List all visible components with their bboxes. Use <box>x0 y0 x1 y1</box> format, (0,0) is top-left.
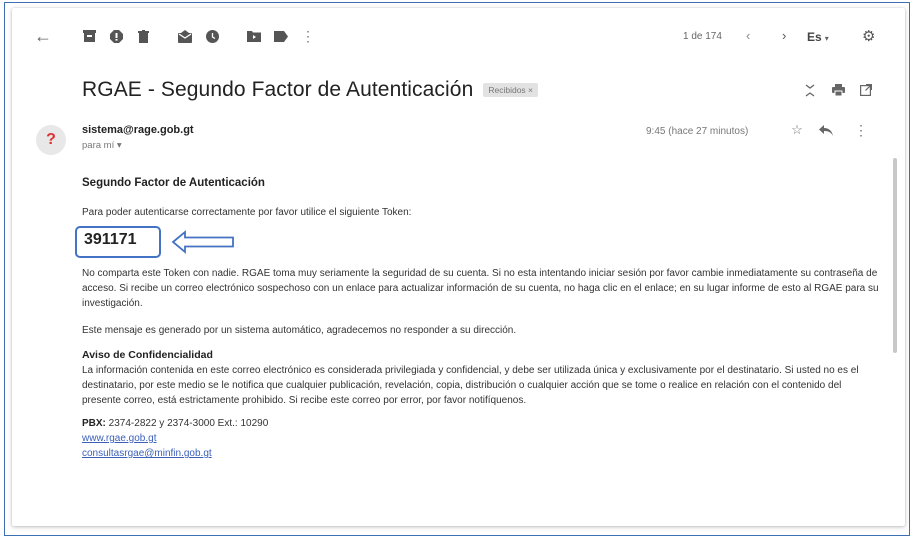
body-warning: No comparta este Token con nadie. RGAE t… <box>82 268 879 309</box>
mark-unread-icon[interactable] <box>178 29 192 43</box>
pbx-value: 2374-2822 y 2374-3000 Ext.: 10290 <box>105 418 269 429</box>
arrow-pointer-icon <box>171 230 234 254</box>
confidentiality-title: Aviso de Confidencialidad <box>82 349 213 361</box>
reply-icon[interactable] <box>818 122 834 138</box>
star-icon[interactable]: ☆ <box>789 122 805 138</box>
body-heading: Segundo Factor de Autenticación <box>82 177 265 189</box>
chevron-left-icon[interactable]: ‹ <box>746 28 750 43</box>
email-card: ← ⋮ 1 de 174 ‹ › Es ▾ ⚙ RGAE - Segundo Fa… <box>12 8 905 526</box>
language-label: Es <box>807 30 822 44</box>
more-vertical-icon[interactable]: ⋮ <box>301 28 315 44</box>
inbox-label-chip[interactable]: Recibidos × <box>483 83 539 97</box>
report-spam-icon[interactable] <box>109 29 123 43</box>
scrollbar[interactable] <box>893 158 897 353</box>
sender-avatar: ? <box>36 125 66 155</box>
body-intro: Para poder autenticarse correctamente po… <box>82 207 412 218</box>
pbx-line: PBX: 2374-2822 y 2374-3000 Ext.: 10290 <box>82 416 882 431</box>
archive-icon[interactable] <box>82 29 96 43</box>
email-time: 9:45 (hace 27 minutos) <box>646 126 749 137</box>
delete-icon[interactable] <box>136 29 150 43</box>
more-options-icon[interactable]: ⋮ <box>853 122 869 138</box>
confidentiality-text: La información contenida en este correo … <box>82 365 859 406</box>
recipient-dropdown[interactable]: para mí ▾ <box>82 140 122 151</box>
contact-email-link[interactable]: consultasrgae@minfin.gob.gt <box>82 448 212 459</box>
move-to-icon[interactable] <box>247 29 261 43</box>
language-selector[interactable]: Es ▾ <box>807 30 829 44</box>
expand-collapse-icon[interactable] <box>802 82 818 98</box>
toolbar: ← ⋮ 1 de 174 ‹ › Es ▾ ⚙ <box>12 8 905 64</box>
open-in-new-window-icon[interactable] <box>858 82 874 98</box>
print-icon[interactable] <box>830 82 846 98</box>
snooze-icon[interactable] <box>205 29 219 43</box>
email-subject: RGAE - Segundo Factor de Autenticación <box>82 78 474 101</box>
arrow-left-icon[interactable]: ← <box>34 26 52 46</box>
caret-down-icon: ▾ <box>824 34 829 43</box>
email-body: Segundo Factor de Autenticación Para pod… <box>75 176 882 461</box>
website-link[interactable]: www.rgae.gob.gt <box>82 433 157 444</box>
body-auto-message: Este mensaje es generado por un sistema … <box>82 325 517 336</box>
gear-icon[interactable]: ⚙ <box>862 27 875 45</box>
sender-email: sistema@rage.gob.gt <box>82 124 194 136</box>
label-icon[interactable] <box>274 29 288 43</box>
message-counter: 1 de 174 <box>683 31 722 42</box>
token-value: 391171 <box>84 231 137 248</box>
chevron-right-icon[interactable]: › <box>782 28 786 43</box>
pbx-label: PBX: <box>82 418 106 429</box>
token-area: 391171 <box>75 226 882 262</box>
subject-row: RGAE - Segundo Factor de Autenticación R… <box>82 78 539 102</box>
